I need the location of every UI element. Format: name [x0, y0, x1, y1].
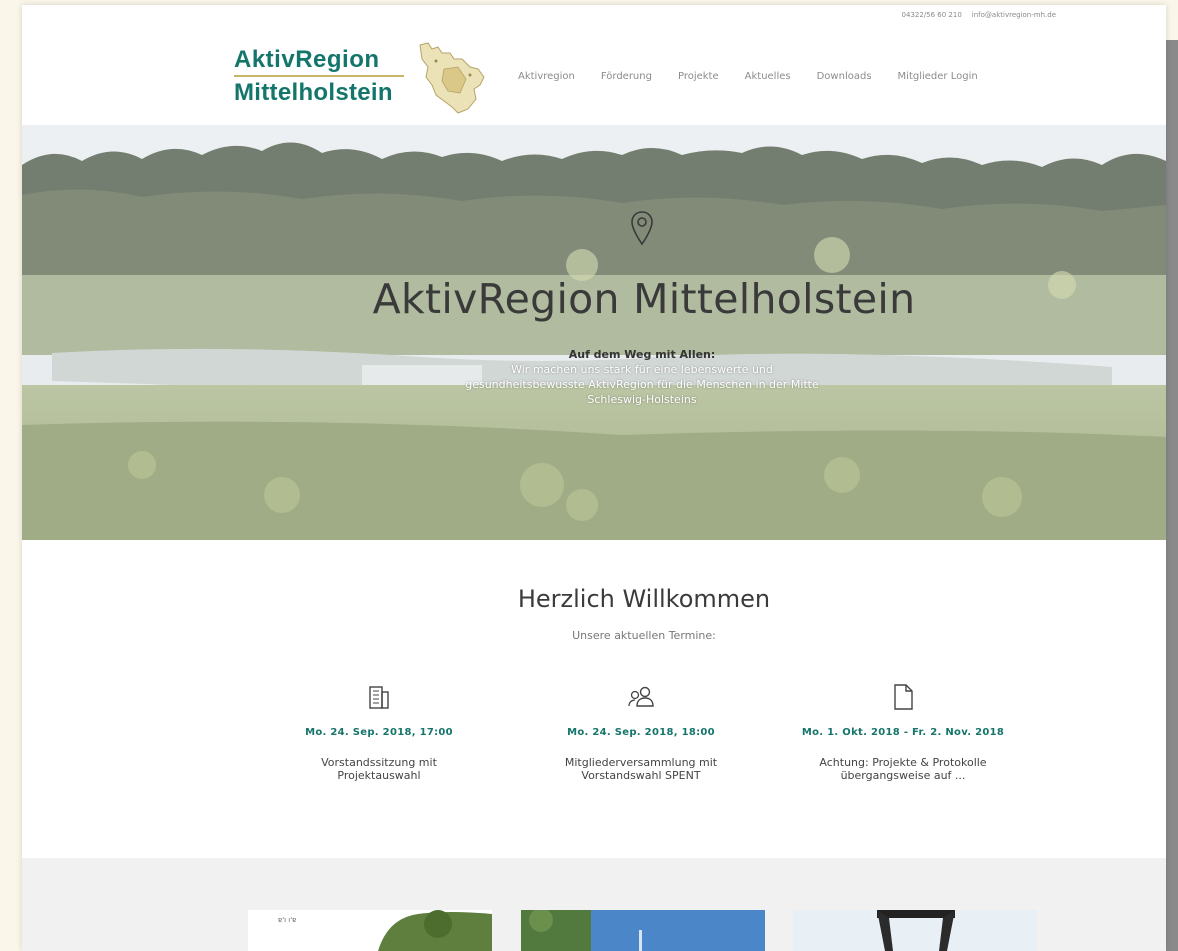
contact-bar: 04322/56 60 210 info@aktivregion-mh.de — [902, 11, 1056, 19]
region-map-icon — [414, 39, 492, 121]
event-title[interactable]: Mitgliederversammlung mit Vorstandswahl … — [510, 756, 772, 782]
people-icon — [510, 681, 772, 713]
event-date: Mo. 24. Sep. 2018, 17:00 — [305, 727, 453, 738]
welcome-subheading: Unsere aktuellen Termine: — [572, 629, 716, 642]
nav-aktivregion[interactable]: Aktivregion — [518, 71, 575, 82]
event-date: Mo. 1. Okt. 2018 - Fr. 2. Nov. 2018 — [801, 727, 1005, 738]
webpage: 04322/56 60 210 info@aktivregion-mh.de A… — [22, 5, 1166, 951]
event-title[interactable]: Achtung: Projekte & Protokolle übergangs… — [772, 756, 1034, 782]
contact-phone[interactable]: 04322/56 60 210 — [902, 11, 962, 19]
event-card[interactable]: Mo. 24. Sep. 2018, 17:00 Vorstandssitzun… — [248, 681, 510, 782]
hero-text: Wir machen uns stark für eine lebenswert… — [465, 363, 819, 406]
svg-text:ɐ'ı ı'ɐ: ɐ'ı ı'ɐ — [278, 916, 296, 924]
building-icon — [248, 681, 510, 713]
main-nav: Aktivregion Förderung Projekte Aktuelles… — [518, 71, 1004, 82]
nav-aktuelles[interactable]: Aktuelles — [745, 71, 791, 82]
project-thumbnail[interactable] — [793, 910, 1037, 951]
window-edge — [1166, 40, 1178, 951]
contact-email[interactable]: info@aktivregion-mh.de — [972, 11, 1056, 19]
hero-title: AktivRegion Mittelholstein — [372, 275, 916, 323]
events-list: Mo. 24. Sep. 2018, 17:00 Vorstandssitzun… — [248, 681, 1048, 782]
hero-tagline: Auf dem Weg mit Allen: — [568, 348, 716, 361]
nav-foerderung[interactable]: Förderung — [601, 71, 652, 82]
nav-downloads[interactable]: Downloads — [817, 71, 872, 82]
event-card[interactable]: Mo. 1. Okt. 2018 - Fr. 2. Nov. 2018 Acht… — [772, 681, 1034, 782]
site-logo[interactable]: AktivRegion Mittelholstein — [234, 47, 404, 106]
hero-overlay — [22, 125, 1166, 540]
site-header: AktivRegion Mittelholstein Aktivregion F… — [22, 25, 1166, 130]
location-pin-icon — [630, 210, 654, 250]
event-card[interactable]: Mo. 24. Sep. 2018, 18:00 Mitgliederversa… — [510, 681, 772, 782]
project-thumbnail[interactable]: ɐ'ı ı'ɐ — [248, 910, 492, 951]
logo-line-2: Mittelholstein — [234, 79, 393, 106]
document-icon — [772, 681, 1034, 713]
logo-divider — [234, 75, 404, 77]
hero-description: Auf dem Weg mit Allen: Wir machen uns st… — [452, 347, 832, 407]
project-thumbnail[interactable] — [521, 910, 765, 951]
welcome-heading: Herzlich Willkommen — [517, 585, 771, 613]
projects-band: ɐ'ı ı'ɐ — [22, 858, 1166, 951]
event-date: Mo. 24. Sep. 2018, 18:00 — [567, 727, 715, 738]
logo-line-1: AktivRegion — [234, 46, 380, 73]
nav-mitglieder-login[interactable]: Mitglieder Login — [898, 71, 978, 82]
event-title[interactable]: Vorstandssitzung mit Projektauswahl — [248, 756, 510, 782]
nav-projekte[interactable]: Projekte — [678, 71, 719, 82]
hero-banner: AktivRegion Mittelholstein Auf dem Weg m… — [22, 125, 1166, 540]
